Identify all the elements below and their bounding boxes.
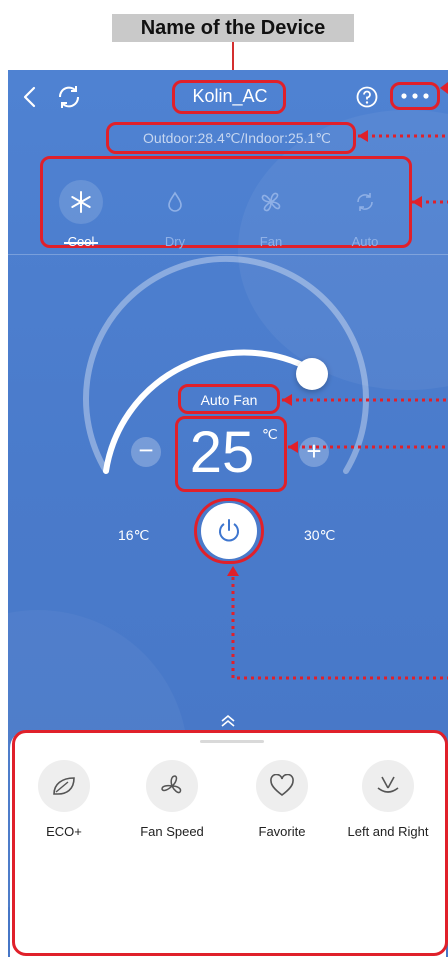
annotation-pointers [227,82,448,680]
annotation-caption: Name of the Device [112,14,354,42]
app-screen: Kolin_AC Outdoor:28.4℃/Indoor:25.1℃ Cool [8,70,448,957]
annotation-connector-line [232,42,234,72]
